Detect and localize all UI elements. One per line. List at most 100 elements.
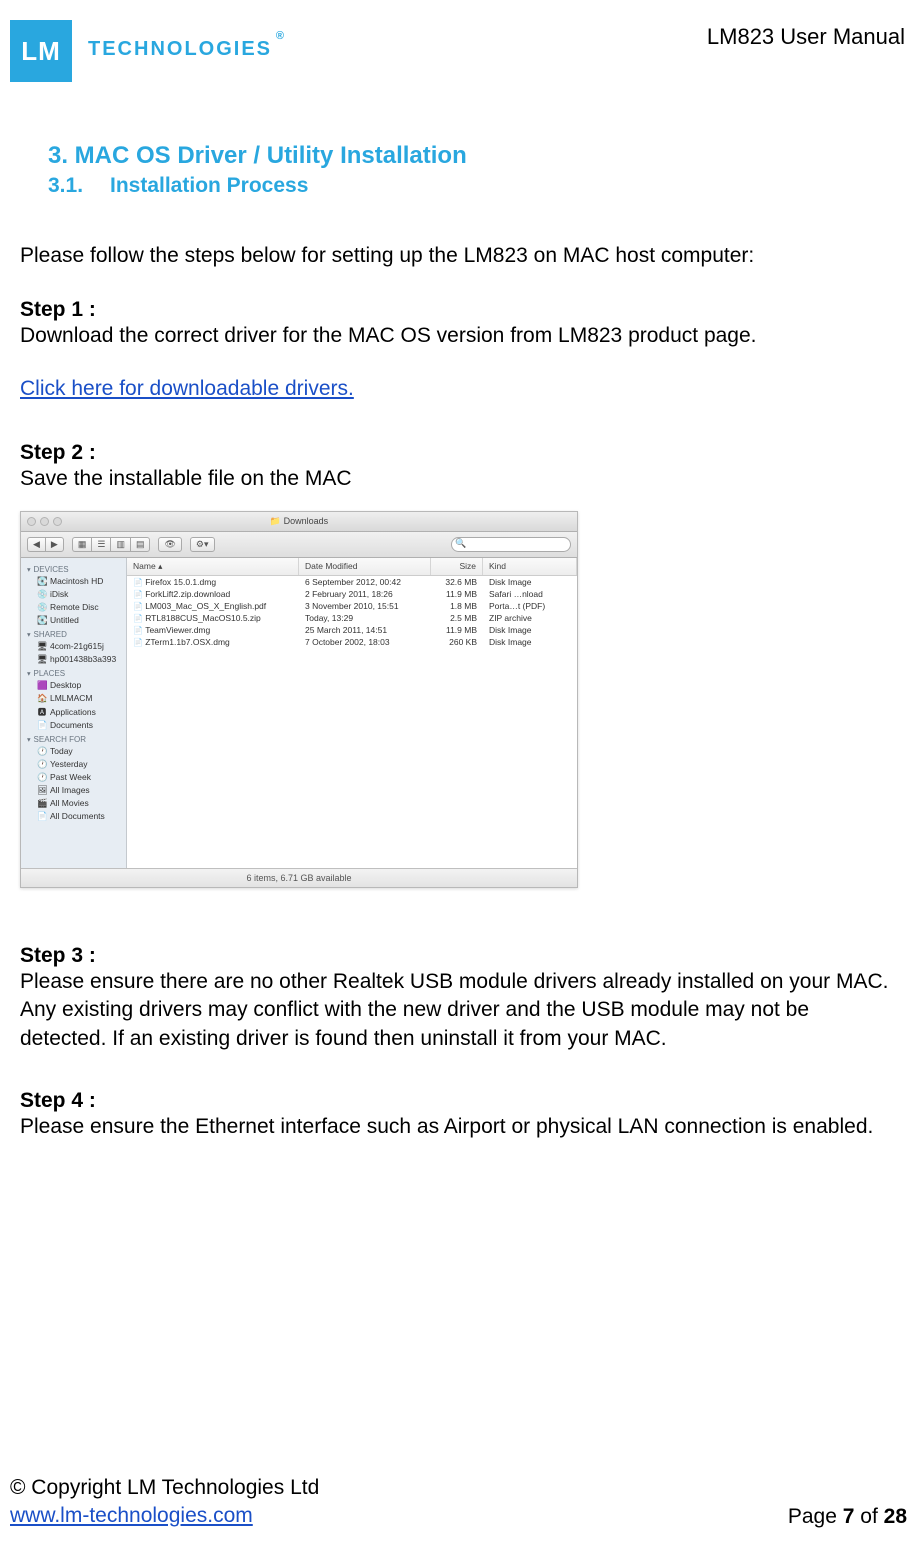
step4-label: Step 4 : — [20, 1089, 897, 1113]
file-row[interactable]: Firefox 15.0.1.dmg6 September 2012, 00:4… — [127, 576, 577, 588]
sidebar-item-label: Yesterday — [50, 759, 88, 769]
page-number: Page 7 of 28 — [788, 1505, 907, 1529]
file-size: 1.8 MB — [431, 600, 483, 612]
sidebar-item-label: Applications — [50, 707, 96, 717]
file-list-header: Name ▴ Date Modified Size Kind — [127, 558, 577, 576]
sidebar-item[interactable]: 🎬All Movies — [21, 797, 126, 810]
column-size[interactable]: Size — [431, 558, 483, 575]
section-heading-3-1: 3.1.Installation Process — [48, 174, 897, 198]
logo-box: LM — [10, 20, 72, 82]
back-button[interactable]: ◀ — [27, 537, 45, 552]
file-row[interactable]: RTL8188CUS_MacOS10.5.zipToday, 13:292.5 … — [127, 612, 577, 624]
file-size: 2.5 MB — [431, 612, 483, 624]
sidebar-shared-heading: SHARED — [21, 627, 126, 640]
file-size: 260 KB — [431, 636, 483, 648]
sidebar-item-label: Past Week — [50, 772, 91, 782]
sidebar-item[interactable]: 📄All Documents — [21, 810, 126, 823]
file-date: 6 September 2012, 00:42 — [299, 576, 431, 588]
sidebar-item-label: All Movies — [50, 798, 89, 808]
finder-sidebar: DEVICES 💽Macintosh HD 💿iDisk 💿Remote Dis… — [21, 558, 127, 868]
section-heading-3: 3. MAC OS Driver / Utility Installation — [48, 142, 897, 170]
file-kind: ZIP archive — [483, 612, 577, 624]
website-link[interactable]: www.lm-technologies.com — [10, 1504, 253, 1527]
file-list: Name ▴ Date Modified Size Kind Firefox 1… — [127, 558, 577, 868]
sidebar-item[interactable]: 💿Remote Disc — [21, 601, 126, 614]
sidebar-item[interactable]: 🟪Desktop — [21, 679, 126, 692]
sidebar-item-label: All Images — [50, 785, 90, 795]
forward-button[interactable]: ▶ — [45, 537, 64, 552]
icon-view-button[interactable]: ▦ — [72, 537, 92, 552]
sidebar-item-label: Remote Disc — [50, 602, 99, 612]
file-name: Firefox 15.0.1.dmg — [127, 576, 299, 588]
logo-text-label: TECHNOLOGIES — [88, 38, 272, 60]
finder-toolbar: ◀ ▶ ▦ ☰ ▥ ▤ 👁 ⚙▾ — [21, 532, 577, 558]
download-drivers-link[interactable]: Click here for downloadable drivers. — [20, 377, 354, 401]
file-kind: Disk Image — [483, 636, 577, 648]
sidebar-item[interactable]: 🕐Today — [21, 745, 126, 758]
step1-label: Step 1 : — [20, 298, 897, 322]
registered-mark-icon: ® — [276, 30, 286, 42]
view-buttons: ▦ ☰ ▥ ▤ — [72, 537, 151, 552]
sidebar-item-label: 4com-21g615j — [50, 641, 104, 651]
file-kind: Porta…t (PDF) — [483, 600, 577, 612]
file-row[interactable]: ForkLift2.zip.download2 February 2011, 1… — [127, 588, 577, 600]
file-row[interactable]: LM003_Mac_OS_X_English.pdf3 November 201… — [127, 600, 577, 612]
sidebar-item[interactable]: 🅰Applications — [21, 705, 126, 719]
finder-window: Downloads ◀ ▶ ▦ ☰ ▥ ▤ 👁 ⚙▾ DEVI — [20, 511, 578, 888]
column-date[interactable]: Date Modified — [299, 558, 431, 575]
file-size: 32.6 MB — [431, 576, 483, 588]
file-name: LM003_Mac_OS_X_English.pdf — [127, 600, 299, 612]
sidebar-item[interactable]: 🏠LMLMACM — [21, 692, 126, 705]
file-name: TeamViewer.dmg — [127, 624, 299, 636]
section-number: 3.1. — [48, 174, 110, 198]
file-date: 25 March 2011, 14:51 — [299, 624, 431, 636]
sidebar-item[interactable]: 🖼All Images — [21, 784, 126, 797]
file-size: 11.9 MB — [431, 624, 483, 636]
finder-title: Downloads — [21, 516, 577, 527]
sidebar-item-label: Today — [50, 746, 73, 756]
sidebar-item[interactable]: 💿iDisk — [21, 588, 126, 601]
sidebar-item[interactable]: 💽Macintosh HD — [21, 575, 126, 588]
finder-body: DEVICES 💽Macintosh HD 💿iDisk 💿Remote Dis… — [21, 558, 577, 868]
sidebar-item[interactable]: 💽Untitled — [21, 614, 126, 627]
nav-buttons: ◀ ▶ — [27, 537, 64, 552]
finder-status-bar: 6 items, 6.71 GB available — [21, 868, 577, 887]
step1-body: Download the correct driver for the MAC … — [20, 322, 897, 350]
file-kind: Disk Image — [483, 624, 577, 636]
file-row[interactable]: TeamViewer.dmg25 March 2011, 14:5111.9 M… — [127, 624, 577, 636]
action-button[interactable]: ⚙▾ — [190, 537, 215, 552]
finder-titlebar: Downloads — [21, 512, 577, 532]
sidebar-item[interactable]: 🕐Yesterday — [21, 758, 126, 771]
quicklook-button[interactable]: 👁 — [158, 537, 181, 552]
step4-body: Please ensure the Ethernet interface suc… — [20, 1113, 897, 1141]
sidebar-item-label: iDisk — [50, 589, 68, 599]
copyright-text: © Copyright LM Technologies Ltd — [10, 1474, 319, 1501]
coverflow-view-button[interactable]: ▤ — [130, 537, 151, 552]
sidebar-search-heading: SEARCH FOR — [21, 732, 126, 745]
file-kind: Disk Image — [483, 576, 577, 588]
file-kind: Safari …nload — [483, 588, 577, 600]
step3-label: Step 3 : — [20, 944, 897, 968]
sidebar-item[interactable]: 🖥hp001438b3a393 — [21, 653, 126, 666]
document-title: LM823 User Manual — [707, 24, 905, 50]
list-view-button[interactable]: ☰ — [91, 537, 110, 552]
step3-body: Please ensure there are no other Realtek… — [20, 968, 897, 1053]
intro-text: Please follow the steps below for settin… — [20, 242, 897, 270]
column-view-button[interactable]: ▥ — [110, 537, 130, 552]
sidebar-item-label: Desktop — [50, 680, 81, 690]
section-title: Installation Process — [110, 174, 308, 197]
file-name: RTL8188CUS_MacOS10.5.zip — [127, 612, 299, 624]
file-date: Today, 13:29 — [299, 612, 431, 624]
sidebar-devices-heading: DEVICES — [21, 562, 126, 575]
sidebar-item[interactable]: 🕐Past Week — [21, 771, 126, 784]
file-date: 2 February 2011, 18:26 — [299, 588, 431, 600]
sidebar-item[interactable]: 📄Documents — [21, 719, 126, 732]
file-row[interactable]: ZTerm1.1b7.OSX.dmg7 October 2002, 18:032… — [127, 636, 577, 648]
sidebar-item-label: Macintosh HD — [50, 576, 103, 586]
sidebar-item[interactable]: 🖥4com-21g615j — [21, 640, 126, 653]
page-footer: © Copyright LM Technologies Ltd www.lm-t… — [10, 1474, 907, 1529]
sidebar-item-label: All Documents — [50, 811, 105, 821]
column-name[interactable]: Name ▴ — [127, 558, 299, 575]
column-kind[interactable]: Kind — [483, 558, 577, 575]
search-input[interactable] — [451, 537, 571, 552]
